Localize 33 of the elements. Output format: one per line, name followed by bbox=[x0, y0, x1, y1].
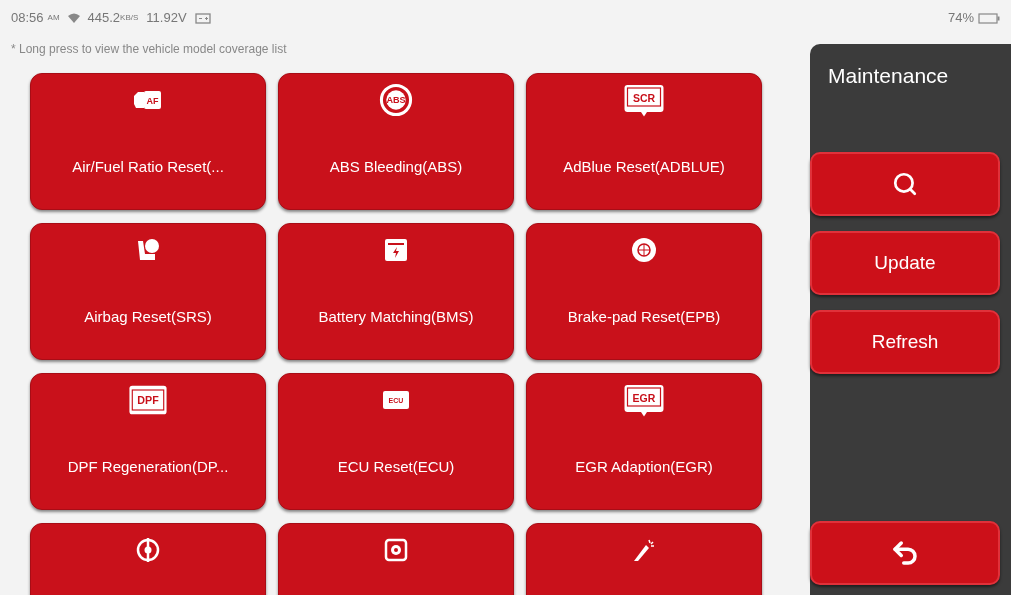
battery-icon bbox=[384, 237, 408, 263]
am-pm-text: AM bbox=[47, 12, 60, 24]
speed-text: 445.2 bbox=[87, 9, 121, 28]
panel-button[interactable]: Update bbox=[810, 231, 1000, 295]
clock-text: 08:56 bbox=[11, 9, 44, 28]
function-tile[interactable]: Brake-pad Reset(EPB) bbox=[526, 223, 762, 360]
wifi-icon bbox=[67, 13, 80, 23]
gear-icon bbox=[384, 538, 408, 562]
hint-text: * Long press to view the vehicle model coverage list bbox=[11, 42, 288, 56]
panel-button[interactable]: Refresh bbox=[810, 310, 1000, 374]
panel-title: Maintenance bbox=[827, 64, 950, 88]
back-icon bbox=[890, 538, 920, 568]
function-tile[interactable]: EGR EGR Adaption(EGR) bbox=[526, 373, 762, 510]
brake-disc-icon bbox=[631, 237, 657, 263]
speed-unit-text: KB/S bbox=[120, 12, 139, 24]
abs-circle-icon: ABS bbox=[379, 83, 413, 117]
back-button[interactable] bbox=[810, 521, 1000, 585]
voltage-text: 11.92V bbox=[146, 9, 187, 28]
injector-icon bbox=[633, 539, 655, 561]
function-tile[interactable]: Battery Matching(BMS) bbox=[278, 223, 514, 360]
function-tile[interactable]: ABS ABS Bleeding(ABS) bbox=[278, 73, 514, 210]
car-battery-icon bbox=[194, 12, 211, 24]
dpf-filter-icon: DPF bbox=[128, 384, 168, 416]
search-button[interactable] bbox=[810, 152, 1000, 216]
seat-airbag-icon bbox=[135, 237, 161, 263]
search-icon bbox=[892, 171, 918, 197]
compass-icon bbox=[135, 537, 161, 563]
function-tile[interactable]: AF Air/Fuel Ratio Reset(... bbox=[30, 73, 266, 210]
function-tile[interactable]: Airbag Reset(SRS) bbox=[30, 223, 266, 360]
function-tile[interactable]: DPF DPF Regeneration(DP... bbox=[30, 373, 266, 510]
battery-percent-text: 74% bbox=[947, 9, 974, 28]
function-tile[interactable]: SCR AdBlue Reset(ADBLUE) bbox=[526, 73, 762, 210]
battery-icon bbox=[978, 12, 1000, 24]
